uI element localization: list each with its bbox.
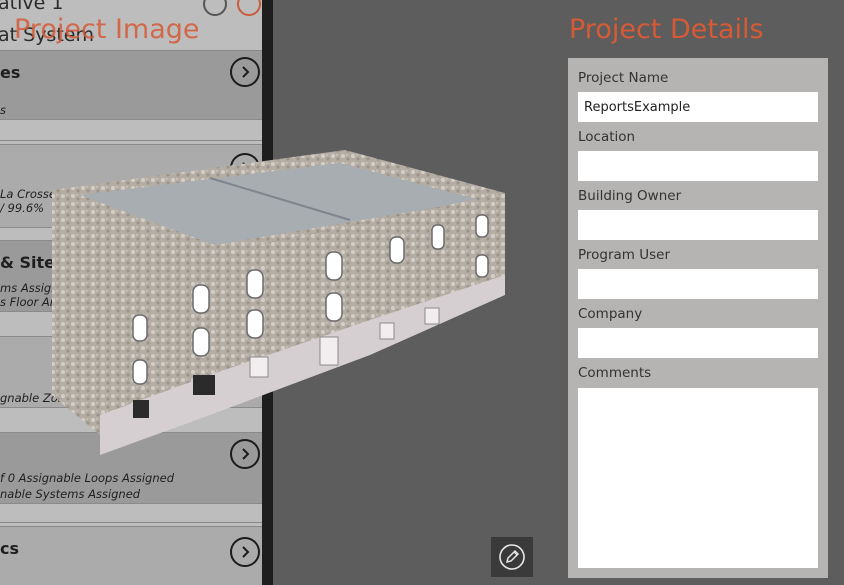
building-owner-label: Building Owner bbox=[578, 188, 682, 204]
card-line: f 0 Assignable Loops Assigned bbox=[0, 471, 175, 485]
pencil-icon bbox=[499, 544, 525, 570]
left-card-1[interactable]: es s bbox=[0, 50, 262, 120]
project-image-title: Project Image bbox=[14, 14, 200, 45]
card-line: nable Systems Assigned bbox=[0, 487, 141, 501]
card-title: es bbox=[0, 63, 21, 82]
project-name-input[interactable] bbox=[578, 92, 818, 122]
program-user-label: Program User bbox=[578, 247, 671, 263]
comments-textarea[interactable] bbox=[578, 388, 818, 568]
card-title: cs bbox=[0, 539, 20, 558]
building-image bbox=[52, 150, 505, 455]
divider bbox=[0, 522, 262, 523]
edit-image-button[interactable] bbox=[491, 537, 533, 577]
location-input[interactable] bbox=[578, 151, 818, 181]
save-icon[interactable] bbox=[203, 0, 227, 16]
project-details-panel: Project Name Location Building Owner Pro… bbox=[568, 58, 828, 578]
program-user-input[interactable] bbox=[578, 269, 818, 299]
project-details-title: Project Details bbox=[569, 14, 764, 45]
chevron-right-circle-icon[interactable] bbox=[230, 57, 260, 87]
location-label: Location bbox=[578, 129, 636, 145]
divider bbox=[0, 140, 262, 141]
building-owner-input[interactable] bbox=[578, 210, 818, 240]
comments-label: Comments bbox=[578, 365, 652, 381]
card-line: / 99.6% bbox=[0, 201, 45, 215]
project-name-label: Project Name bbox=[578, 70, 669, 86]
chevron-right-circle-icon[interactable] bbox=[230, 537, 260, 567]
left-card-6[interactable]: cs bbox=[0, 526, 262, 585]
company-label: Company bbox=[578, 306, 643, 322]
card-line: s bbox=[0, 103, 6, 117]
refresh-icon[interactable] bbox=[237, 0, 261, 16]
company-input[interactable] bbox=[578, 328, 818, 358]
left-panel-header-1: ative 1 bbox=[0, 0, 64, 14]
